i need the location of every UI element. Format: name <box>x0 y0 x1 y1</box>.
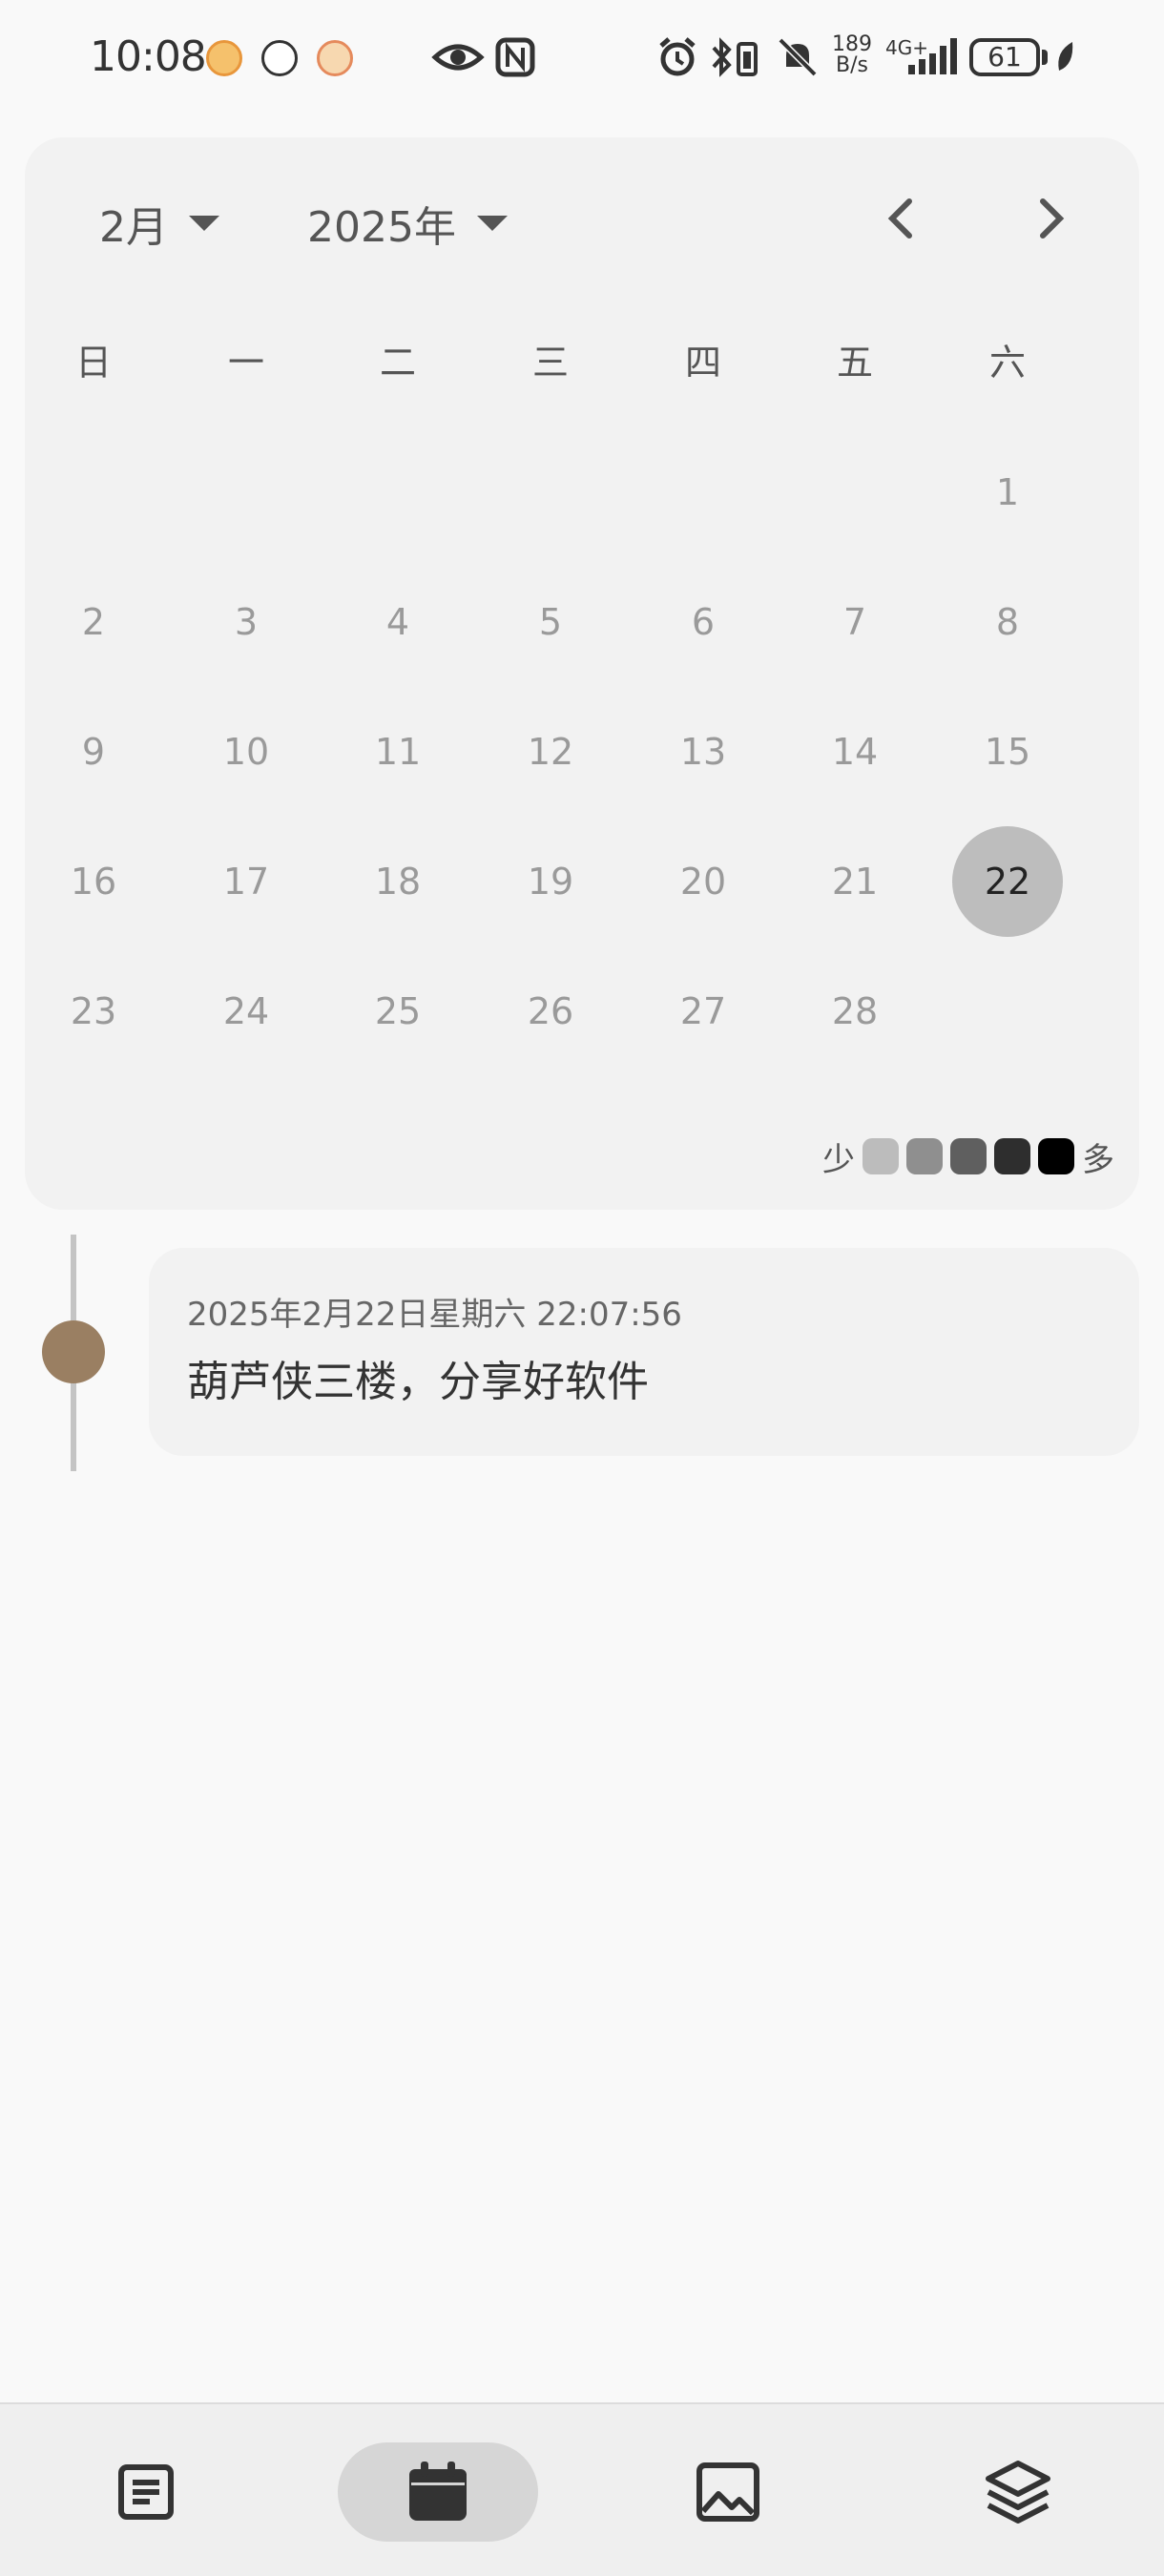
battery-indicator: 61 <box>969 38 1040 76</box>
year-dropdown[interactable]: 2025年 <box>307 193 508 254</box>
alarm-icon <box>656 34 698 80</box>
calendar-day[interactable]: 11 <box>341 723 455 780</box>
calendar-day[interactable]: 4 <box>341 593 455 651</box>
chevron-down-icon <box>189 216 219 231</box>
calendar-week-row: 16 17 18 19 20 21 22 <box>25 826 1139 937</box>
calendar-day[interactable]: 19 <box>493 853 608 910</box>
status-time: 10:08 <box>90 32 207 81</box>
nfc-icon <box>494 34 536 80</box>
legend-swatch <box>863 1138 899 1174</box>
calendar-day[interactable]: 12 <box>493 723 608 780</box>
weekday-label: 四 <box>684 342 721 384</box>
legend-swatch <box>1038 1138 1074 1174</box>
entry-date: 2025年2月22日星期六 22:07:56 <box>187 1296 682 1334</box>
legend-swatch <box>906 1138 943 1174</box>
bluetooth-icon <box>708 34 765 80</box>
calendar-day[interactable]: 5 <box>493 593 608 651</box>
calendar-day[interactable]: 15 <box>950 723 1065 780</box>
calendar-day-selected[interactable]: 22 <box>950 853 1065 910</box>
leaf-icon <box>1053 34 1078 80</box>
qq-icon <box>261 40 298 76</box>
legend-swatches <box>863 1138 1074 1174</box>
legend-swatch <box>950 1138 987 1174</box>
signal-icon <box>906 34 960 80</box>
calendar-icon <box>409 2462 467 2521</box>
net-speed-unit: B/s <box>836 53 868 77</box>
calendar-day[interactable]: 1 <box>950 464 1065 521</box>
nav-calendar[interactable] <box>338 2442 538 2542</box>
weekday-label: 二 <box>379 342 416 384</box>
calendar-day[interactable]: 28 <box>798 983 912 1040</box>
image-icon <box>696 2462 759 2522</box>
calendar-day[interactable]: 9 <box>36 723 151 780</box>
nav-images[interactable] <box>628 2442 828 2542</box>
net-speed: 189 B/s <box>830 34 874 76</box>
month-label: 2月 <box>99 203 168 252</box>
calendar-day[interactable]: 17 <box>189 853 303 910</box>
layers-icon <box>986 2461 1050 2524</box>
calendar-day[interactable]: 13 <box>646 723 760 780</box>
weekday-label: 五 <box>836 342 873 384</box>
weekday-label: 一 <box>227 342 264 384</box>
timeline-dot <box>42 1320 105 1383</box>
calendar-day[interactable]: 24 <box>189 983 303 1040</box>
entry-text: 葫芦侠三楼，分享好软件 <box>187 1358 649 1406</box>
calendar-day[interactable]: 8 <box>950 593 1065 651</box>
weekday-label: 日 <box>74 342 112 384</box>
weekday-label: 三 <box>531 342 569 384</box>
nav-layers[interactable] <box>918 2442 1118 2542</box>
calendar-day[interactable]: 21 <box>798 853 912 910</box>
month-dropdown[interactable]: 2月 <box>99 193 219 254</box>
legend-more-label: 多 <box>1082 1140 1114 1179</box>
previous-month-button[interactable] <box>868 185 935 252</box>
net-speed-value: 189 <box>832 32 872 56</box>
chevron-down-icon <box>476 216 508 231</box>
nav-notes[interactable] <box>46 2442 246 2542</box>
activity-legend: 少 多 <box>822 1135 1114 1179</box>
calendar-day[interactable]: 27 <box>646 983 760 1040</box>
legend-swatch <box>994 1138 1030 1174</box>
calendar-week-row: 2345678 <box>25 593 1139 651</box>
calendar-day[interactable]: 16 <box>36 853 151 910</box>
calendar-week-row: 1 <box>25 464 1139 521</box>
weekday-header: 日一二三四五六 <box>25 334 1139 391</box>
calendar-day[interactable]: 25 <box>341 983 455 1040</box>
chevron-left-icon <box>887 198 912 239</box>
chevron-right-icon <box>1040 198 1065 239</box>
notification-app-icon <box>206 40 242 76</box>
calendar-day[interactable]: 3 <box>189 593 303 651</box>
calendar-day[interactable]: 20 <box>646 853 760 910</box>
calendar-day[interactable]: 6 <box>646 593 760 651</box>
weekday-label: 六 <box>988 342 1026 384</box>
status-bar: 10:08 189 B/s 4G+ 61 <box>0 0 1164 114</box>
bottom-navigation <box>0 2402 1164 2576</box>
calendar-day[interactable]: 2 <box>36 593 151 651</box>
page: 10:08 189 B/s 4G+ 61 2月 2025年 日 一 二 三 四 … <box>0 0 1164 2576</box>
calendar-week-row: 23 24 25 26 27 28 <box>25 983 1139 1040</box>
calendar-day[interactable]: 23 <box>36 983 151 1040</box>
eye-icon <box>431 34 485 80</box>
next-month-button[interactable] <box>1017 185 1084 252</box>
battery-tip <box>1042 50 1048 65</box>
calendar-day[interactable]: 26 <box>493 983 608 1040</box>
calendar-day[interactable]: 10 <box>189 723 303 780</box>
notification-app-icon <box>317 40 353 76</box>
year-label: 2025年 <box>307 203 456 252</box>
legend-less-label: 少 <box>822 1140 855 1179</box>
notes-icon <box>118 2464 174 2520</box>
mute-icon <box>777 34 819 80</box>
calendar-week-row: 9 10 11 12 13 14 15 <box>25 723 1139 780</box>
calendar-day[interactable]: 14 <box>798 723 912 780</box>
calendar-card: 2月 2025年 日一二三四五六 1 2 3 4 5 6 7 8 9 10 11 12 13 14 15 16… <box>25 137 1139 1210</box>
diary-entry-card[interactable]: 2025年2月22日星期六 22:07:56 葫芦侠三楼，分享好软件 <box>149 1248 1139 1456</box>
calendar-day[interactable]: 7 <box>798 593 912 651</box>
calendar-day[interactable]: 18 <box>341 853 455 910</box>
